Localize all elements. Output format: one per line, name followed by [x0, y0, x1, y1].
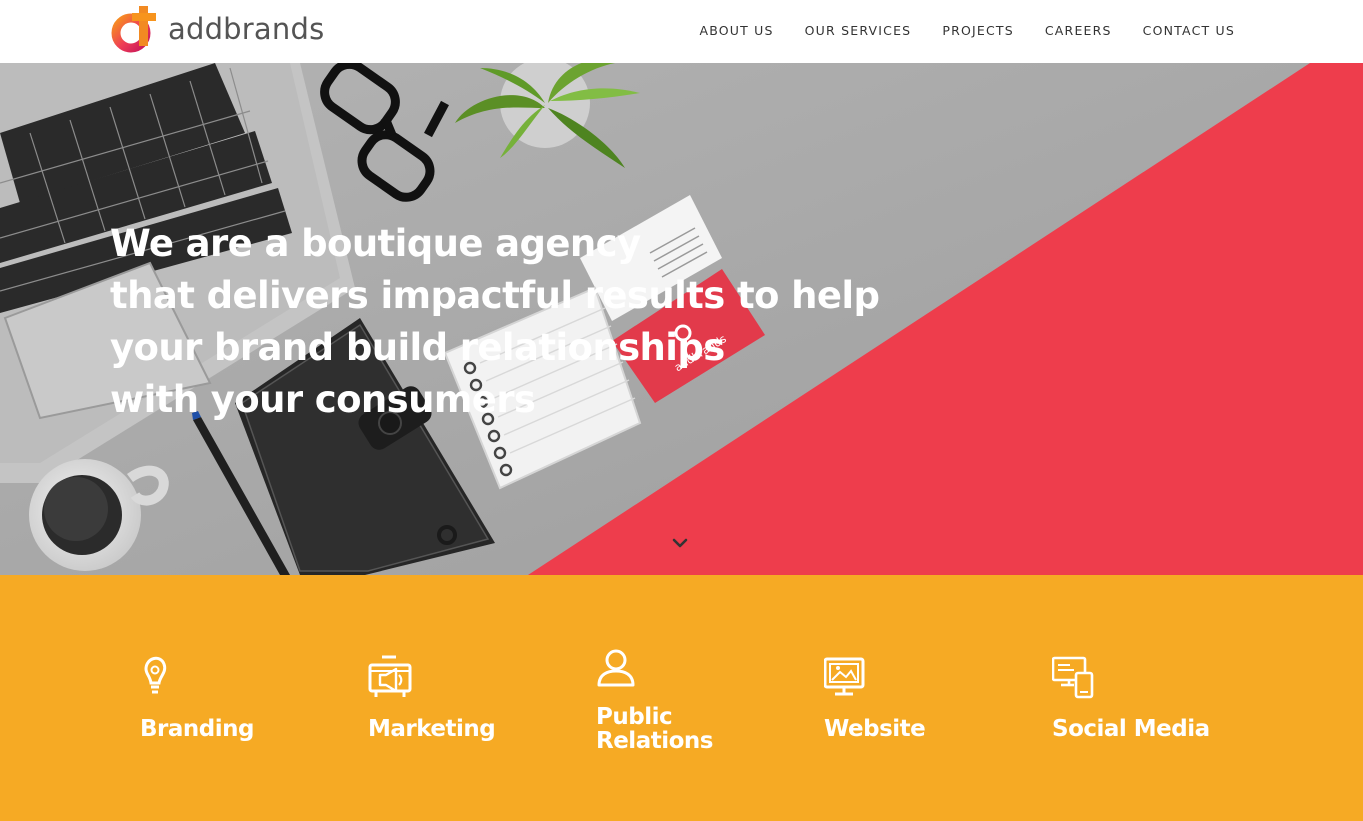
nav-careers[interactable]: CAREERS	[1045, 22, 1112, 40]
monitor-icon	[824, 657, 865, 696]
hero-headline-line-3: your brand build relationships	[110, 326, 725, 369]
main-nav: ABOUT US OUR SERVICES PROJECTS CAREERS C…	[699, 22, 1235, 40]
service-branding-label: Branding	[140, 716, 254, 742]
service-marketing[interactable]: Marketing	[368, 575, 568, 821]
nav-our-services[interactable]: OUR SERVICES	[805, 22, 912, 40]
nav-about-us[interactable]: ABOUT US	[699, 22, 773, 40]
service-website-label: Website	[824, 716, 926, 742]
megaphone-icon	[368, 655, 412, 697]
person-icon	[597, 649, 635, 687]
devices-icon	[1052, 656, 1094, 699]
lightbulb-icon	[144, 656, 167, 694]
service-social-media-label: Social Media	[1052, 716, 1210, 742]
hero-headline-line-2: that delivers impactful results to help	[110, 274, 880, 317]
services-section: Branding Marketing Public Relations Webs…	[0, 575, 1363, 821]
service-marketing-label: Marketing	[368, 716, 496, 742]
nav-projects[interactable]: PROJECTS	[942, 22, 1014, 40]
logo[interactable]: addbrands	[110, 2, 324, 54]
site-header: addbrands ABOUT US OUR SERVICES PROJECTS…	[0, 0, 1363, 63]
nav-contact-us[interactable]: CONTACT US	[1143, 22, 1235, 40]
service-public-relations-label: Public Relations	[596, 704, 713, 754]
service-public-relations[interactable]: Public Relations	[596, 575, 796, 821]
service-website[interactable]: Website	[824, 575, 1024, 821]
hero-headline: We are a boutique agency that delivers i…	[110, 218, 880, 426]
chevron-down-icon[interactable]	[670, 535, 690, 551]
hero-section: addbrands We are a boutique agency that …	[0, 63, 1363, 575]
service-social-media[interactable]: Social Media	[1052, 575, 1252, 821]
hero-headline-line-1: We are a boutique agency	[110, 222, 641, 265]
hero-headline-line-4: with your consumers	[110, 378, 536, 421]
logo-mark-icon	[111, 6, 156, 53]
service-branding[interactable]: Branding	[140, 575, 340, 821]
logo-text: addbrands	[168, 12, 325, 46]
